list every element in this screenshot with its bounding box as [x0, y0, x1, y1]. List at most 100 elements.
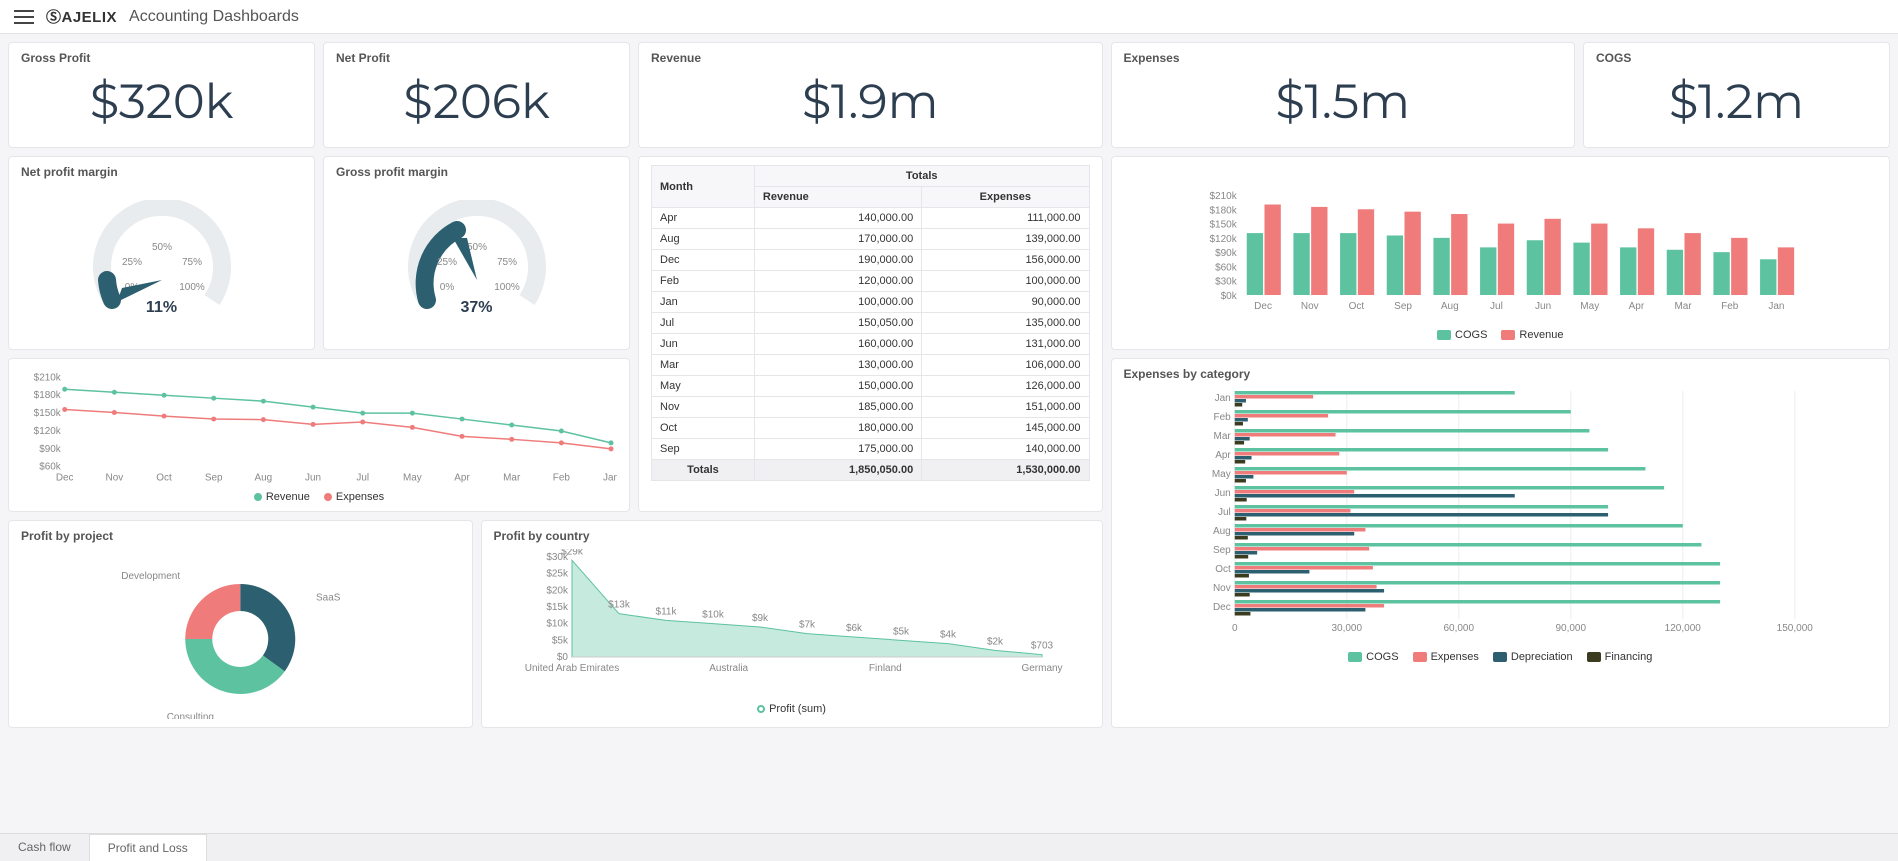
table-cell: 130,000.00	[754, 355, 921, 376]
card-title: Net profit margin	[21, 165, 302, 179]
svg-text:May: May	[1211, 469, 1230, 480]
th-totals[interactable]: Totals	[754, 166, 1089, 187]
svg-text:Sep: Sep	[1394, 301, 1412, 312]
svg-text:50%: 50%	[151, 242, 171, 253]
svg-text:Nov: Nov	[1212, 583, 1230, 594]
svg-text:120,000: 120,000	[1664, 623, 1701, 634]
svg-text:$60k: $60k	[39, 462, 61, 473]
svg-text:Jul: Jul	[356, 473, 369, 484]
svg-text:$5k: $5k	[551, 635, 568, 646]
svg-text:Mar: Mar	[1674, 301, 1692, 312]
svg-text:$120k: $120k	[34, 426, 61, 437]
svg-text:Oct: Oct	[156, 473, 172, 484]
kpi-label: COGS	[1596, 51, 1877, 65]
legend-rev: Revenue	[254, 491, 310, 503]
svg-text:$30k: $30k	[1215, 277, 1238, 288]
svg-text:Nov: Nov	[106, 473, 124, 484]
th-month[interactable]: Month	[652, 166, 755, 208]
legend-revenue: Revenue	[1501, 329, 1563, 341]
table-row: Jan100,000.0090,000.00	[652, 292, 1090, 313]
table-row: Jun160,000.00131,000.00	[652, 334, 1090, 355]
svg-text:$150k: $150k	[34, 408, 61, 419]
table-cell: 170,000.00	[754, 229, 921, 250]
menu-icon[interactable]	[14, 10, 34, 24]
svg-text:$4k: $4k	[939, 630, 956, 641]
svg-text:100%: 100%	[494, 282, 520, 293]
svg-text:150,000: 150,000	[1776, 623, 1813, 634]
table-cell: 150,000.00	[754, 376, 921, 397]
table-cell: Aug	[652, 229, 755, 250]
cogs-revenue-chart: $0k$30k$60k$90k$120k$150k$180k$210kDecNo…	[1111, 156, 1891, 350]
svg-text:$0: $0	[556, 652, 568, 663]
kpi-value: $206k	[336, 65, 617, 139]
svg-text:75%: 75%	[496, 257, 516, 268]
svg-text:100%: 100%	[179, 282, 205, 293]
svg-text:Feb: Feb	[1721, 301, 1739, 312]
table-cell: May	[652, 376, 755, 397]
table-row: Dec190,000.00156,000.00	[652, 250, 1090, 271]
svg-text:$29k: $29k	[561, 549, 584, 557]
page-title: Accounting Dashboards	[129, 8, 299, 26]
legend-cat-dep: Depreciation	[1493, 651, 1573, 663]
svg-text:$0k: $0k	[1220, 291, 1237, 302]
table-cell: 139,000.00	[922, 229, 1089, 250]
svg-text:25%: 25%	[121, 257, 141, 268]
line-chart: $60k$90k$120k$150k$180k$210kDecNovOctSep…	[21, 367, 617, 487]
tab-profit-loss[interactable]: Profit and Loss	[89, 834, 207, 861]
svg-text:Aug: Aug	[255, 473, 273, 484]
svg-text:Sep: Sep	[205, 473, 223, 484]
gauge-value: 11%	[146, 299, 177, 317]
svg-text:Jun: Jun	[305, 473, 321, 484]
svg-text:May: May	[403, 473, 422, 484]
table-cell: Jun	[652, 334, 755, 355]
tab-cash-flow[interactable]: Cash flow	[0, 834, 89, 861]
svg-text:$13k: $13k	[608, 600, 631, 611]
svg-text:$703: $703	[1030, 641, 1053, 652]
table-cell: 140,000.00	[922, 439, 1089, 460]
svg-text:Apr: Apr	[454, 473, 470, 484]
svg-text:$210k: $210k	[1209, 191, 1237, 202]
svg-text:$20k: $20k	[546, 585, 569, 596]
card-title: Profit by country	[494, 529, 1090, 543]
table-row: Aug170,000.00139,000.00	[652, 229, 1090, 250]
table-cell: 120,000.00	[754, 271, 921, 292]
kpi-label: Revenue	[651, 51, 1090, 65]
th-revenue[interactable]: Revenue	[754, 187, 921, 208]
svg-text:60,000: 60,000	[1443, 623, 1474, 634]
svg-text:$120k: $120k	[1209, 234, 1237, 245]
table-cell: 160,000.00	[754, 334, 921, 355]
svg-text:$60k: $60k	[1215, 262, 1238, 273]
table-cell: 150,050.00	[754, 313, 921, 334]
table-row: Sep175,000.00140,000.00	[652, 439, 1090, 460]
svg-text:$25k: $25k	[546, 569, 569, 580]
svg-text:May: May	[1580, 301, 1599, 312]
svg-text:Australia: Australia	[709, 663, 748, 674]
kpi-cogs: COGS $1.2m	[1583, 42, 1890, 148]
table-cell: 140,000.00	[754, 208, 921, 229]
table-cell: Jul	[652, 313, 755, 334]
tf-exp: 1,530,000.00	[922, 460, 1089, 481]
hbar-chart: JanFebMarAprMayJunJulAugSepOctNovDec030,…	[1124, 387, 1878, 647]
kpi-label: Gross Profit	[21, 51, 302, 65]
table-row: Apr140,000.00111,000.00	[652, 208, 1090, 229]
svg-text:Aug: Aug	[1212, 526, 1230, 537]
svg-text:Sep: Sep	[1212, 545, 1230, 556]
svg-text:$180k: $180k	[1209, 205, 1237, 216]
donut-chart: SaaSConsultingDevelopment	[21, 549, 460, 719]
kpi-label: Expenses	[1124, 51, 1563, 65]
svg-text:Feb: Feb	[553, 473, 571, 484]
svg-text:25%: 25%	[436, 257, 456, 268]
table-cell: 100,000.00	[754, 292, 921, 313]
svg-text:Jul: Jul	[1217, 507, 1230, 518]
svg-text:Consulting: Consulting	[167, 712, 214, 719]
th-expenses[interactable]: Expenses	[922, 187, 1089, 208]
table-cell: 131,000.00	[922, 334, 1089, 355]
profit-by-country: Profit by country $0$5k$10k$15k$20k$25k$…	[481, 520, 1103, 728]
svg-text:Feb: Feb	[1213, 412, 1231, 423]
svg-text:Jan: Jan	[1768, 301, 1784, 312]
area-chart: $0$5k$10k$15k$20k$25k$30k$29k$13k$11k$10…	[494, 549, 1090, 699]
table-cell: Apr	[652, 208, 755, 229]
kpi-value: $320k	[21, 65, 302, 139]
svg-text:Jan: Jan	[1214, 393, 1230, 404]
svg-text:Dec: Dec	[1254, 301, 1272, 312]
